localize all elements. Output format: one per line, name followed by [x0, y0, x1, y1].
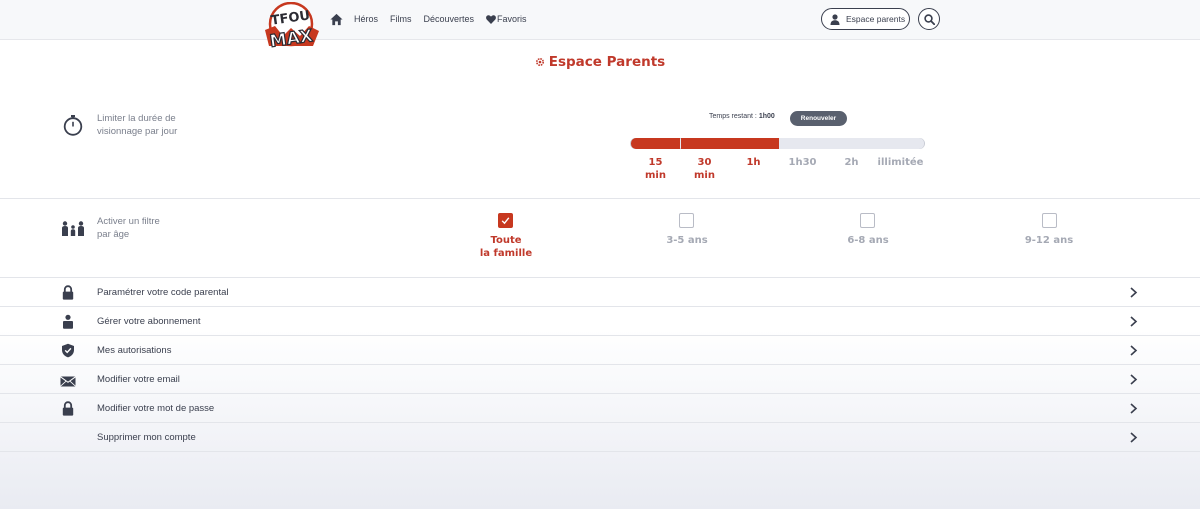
time-option-illimitee[interactable]: illimitée: [876, 156, 925, 169]
chevron-right-icon: [1130, 432, 1138, 443]
chevron-right-icon: [1130, 374, 1138, 385]
age-option-toute-la-famille[interactable]: Toute la famille: [446, 234, 566, 260]
family-icon: [62, 221, 84, 236]
remaining-time-value: 1h00: [758, 113, 775, 120]
time-option-1h[interactable]: 1h: [729, 156, 778, 169]
settings-row-abonnement[interactable]: Gérer votre abonnement: [0, 307, 1200, 336]
section-divider: [0, 198, 1200, 199]
time-option-2h[interactable]: 2h: [827, 156, 876, 169]
settings-row-label: Supprimer mon compte: [97, 432, 196, 443]
settings-row-label: Gérer votre abonnement: [97, 316, 201, 327]
settings-row-label: Modifier votre email: [97, 374, 180, 385]
check-icon: [501, 217, 510, 225]
chevron-right-icon: [1130, 345, 1138, 356]
age-option-9-12-ans[interactable]: 9-12 ans: [989, 234, 1109, 247]
time-option-30min-line2: min: [694, 170, 715, 181]
renew-button[interactable]: Renouveler: [790, 111, 847, 126]
time-option-1h30-line1: 1h30: [788, 157, 817, 168]
heart-icon: [486, 14, 496, 24]
checkbox-9-12-ans[interactable]: [1042, 213, 1057, 228]
viewing-limit-label-line1: Limiter la durée de: [97, 113, 176, 124]
age-filter-label-line2: par âge: [97, 229, 130, 240]
time-option-1h-line1: 1h: [746, 157, 761, 168]
age-option-3-5-ans[interactable]: 3-5 ans: [627, 234, 747, 247]
age-filter-label: Activer un filtre par âge: [97, 215, 160, 241]
chevron-right-icon: [1130, 287, 1138, 298]
time-option-15min-line2: min: [645, 170, 666, 181]
page-title: Espace Parents: [0, 54, 1200, 70]
settings-row-label: Modifier votre mot de passe: [97, 403, 215, 414]
time-option-30min[interactable]: 30 min: [680, 156, 729, 182]
time-segment-illimitee[interactable]: [877, 138, 924, 149]
age-option-line1: Toute: [490, 235, 522, 246]
age-option-6-8-ans[interactable]: 6-8 ans: [808, 234, 928, 247]
time-segment-1h[interactable]: [730, 138, 779, 149]
shield-check-icon: [62, 343, 74, 358]
checkbox-toute-la-famille[interactable]: [498, 213, 513, 228]
search-icon: [923, 13, 935, 25]
search-button[interactable]: [918, 8, 940, 30]
nav-heros[interactable]: Héros: [354, 14, 378, 24]
settings-row-label: Paramétrer votre code parental: [97, 287, 229, 298]
viewing-limit-label-line2: visionnage par jour: [97, 126, 178, 137]
age-option-line2: la famille: [479, 248, 533, 259]
gear-icon: [535, 57, 544, 67]
settings-row-code-parental[interactable]: Paramétrer votre code parental: [0, 278, 1200, 307]
remaining-time: Temps restant : 1h00: [709, 113, 775, 120]
time-segment-1h30[interactable]: [779, 138, 828, 149]
viewing-limit-label: Limiter la durée de visionnage par jour: [97, 112, 177, 138]
nav-favoris-label: Favoris: [497, 14, 527, 24]
nav-favoris[interactable]: Favoris: [486, 14, 527, 24]
top-header: TFOU MAX Héros Films Découvertes Favoris…: [0, 0, 1200, 53]
tfou-max-logo[interactable]: TFOU MAX: [255, 2, 327, 54]
time-segment-15min[interactable]: [631, 138, 680, 149]
user-icon: [830, 13, 840, 25]
main-nav: Héros Films Découvertes Favoris: [330, 0, 539, 38]
espace-parents-label: Espace parents: [846, 14, 906, 24]
home-icon[interactable]: [330, 13, 343, 26]
settings-row-autorisations[interactable]: Mes autorisations: [0, 336, 1200, 365]
time-option-2h-line1: 2h: [844, 157, 859, 168]
checkbox-6-8-ans[interactable]: [860, 213, 875, 228]
time-option-illimitee-line1: illimitée: [877, 157, 924, 168]
remaining-time-label: Temps restant :: [709, 113, 757, 120]
settings-row-label: Mes autorisations: [97, 345, 172, 356]
chevron-right-icon: [1130, 316, 1138, 327]
envelope-icon: [60, 376, 76, 387]
settings-row-email[interactable]: Modifier votre email: [0, 365, 1200, 394]
time-segment-30min[interactable]: [681, 138, 730, 149]
time-option-30min-line1: 30: [697, 157, 712, 168]
checkbox-3-5-ans[interactable]: [679, 213, 694, 228]
stopwatch-icon: [63, 115, 83, 136]
settings-row-mot-de-passe[interactable]: Modifier votre mot de passe: [0, 394, 1200, 423]
user-icon: [63, 314, 73, 329]
chevron-right-icon: [1130, 403, 1138, 414]
page-title-text: Espace Parents: [548, 54, 666, 70]
lock-icon: [62, 285, 74, 300]
time-option-1h30[interactable]: 1h30: [778, 156, 827, 169]
age-filter-label-line1: Activer un filtre: [97, 216, 160, 227]
espace-parents-button[interactable]: Espace parents: [821, 8, 910, 30]
nav-films[interactable]: Films: [390, 14, 412, 24]
settings-row-supprimer-compte[interactable]: Supprimer mon compte: [0, 423, 1200, 452]
nav-decouvertes[interactable]: Découvertes: [424, 14, 475, 24]
time-segment-2h[interactable]: [828, 138, 877, 149]
time-option-15min[interactable]: 15 min: [631, 156, 680, 182]
lock-icon: [62, 401, 74, 416]
time-option-15min-line1: 15: [648, 157, 663, 168]
